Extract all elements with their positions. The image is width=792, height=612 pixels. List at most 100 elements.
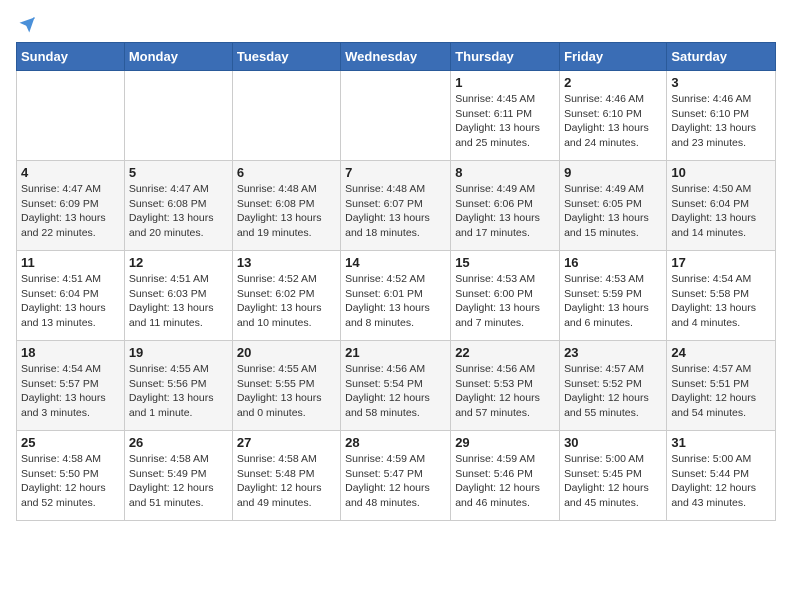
day-info: Sunrise: 4:53 AMSunset: 6:00 PMDaylight:… — [455, 272, 555, 331]
calendar-cell: 25 Sunrise: 4:58 AMSunset: 5:50 PMDayligh… — [17, 431, 125, 521]
calendar-cell: 4 Sunrise: 4:47 AMSunset: 6:09 PMDaylight… — [17, 161, 125, 251]
header-sunday: Sunday — [17, 43, 125, 71]
day-info: Sunrise: 4:45 AMSunset: 6:11 PMDaylight:… — [455, 92, 555, 151]
calendar-week-3: 11Sunrise: 4:51 AMSunset: 6:04 PMDayligh… — [17, 251, 776, 341]
calendar-cell: 21Sunrise: 4:56 AMSunset: 5:54 PMDayligh… — [341, 341, 451, 431]
calendar-week-1: 1 Sunrise: 4:45 AMSunset: 6:11 PMDaylight… — [17, 71, 776, 161]
day-number: 10 — [671, 165, 771, 180]
day-info: Sunrise: 5:00 AMSunset: 5:45 PMDaylight:… — [564, 452, 662, 511]
day-number: 6 — [237, 165, 336, 180]
day-number: 1 — [455, 75, 555, 90]
calendar-cell: 22 Sunrise: 4:56 AMSunset: 5:53 PMDayligh… — [451, 341, 560, 431]
day-number: 30 — [564, 435, 662, 450]
calendar-cell: 14Sunrise: 4:52 AMSunset: 6:01 PMDayligh… — [341, 251, 451, 341]
day-number: 22 — [455, 345, 555, 360]
calendar-week-2: 4 Sunrise: 4:47 AMSunset: 6:09 PMDaylight… — [17, 161, 776, 251]
day-number: 2 — [564, 75, 662, 90]
calendar-cell: 31 Sunrise: 5:00 AMSunset: 5:44 PMDayligh… — [667, 431, 776, 521]
day-number: 7 — [345, 165, 446, 180]
calendar-cell — [341, 71, 451, 161]
day-info: Sunrise: 4:48 AMSunset: 6:08 PMDaylight:… — [237, 182, 336, 241]
calendar-cell: 19 Sunrise: 4:55 AMSunset: 5:56 PMDayligh… — [124, 341, 232, 431]
day-info: Sunrise: 4:55 AMSunset: 5:56 PMDaylight:… — [129, 362, 228, 421]
day-info: Sunrise: 4:57 AMSunset: 5:52 PMDaylight:… — [564, 362, 662, 421]
calendar-table: SundayMondayTuesdayWednesdayThursdayFrid… — [16, 42, 776, 521]
day-info: Sunrise: 4:50 AMSunset: 6:04 PMDaylight:… — [671, 182, 771, 241]
day-info: Sunrise: 4:47 AMSunset: 6:09 PMDaylight:… — [21, 182, 120, 241]
day-number: 23 — [564, 345, 662, 360]
day-info: Sunrise: 4:51 AMSunset: 6:03 PMDaylight:… — [129, 272, 228, 331]
calendar-cell: 16 Sunrise: 4:53 AMSunset: 5:59 PMDayligh… — [560, 251, 667, 341]
day-info: Sunrise: 4:55 AMSunset: 5:55 PMDaylight:… — [237, 362, 336, 421]
header-saturday: Saturday — [667, 43, 776, 71]
day-number: 4 — [21, 165, 120, 180]
day-info: Sunrise: 4:58 AMSunset: 5:49 PMDaylight:… — [129, 452, 228, 511]
day-info: Sunrise: 4:49 AMSunset: 6:05 PMDaylight:… — [564, 182, 662, 241]
day-info: Sunrise: 4:46 AMSunset: 6:10 PMDaylight:… — [564, 92, 662, 151]
calendar-cell — [17, 71, 125, 161]
day-number: 14 — [345, 255, 446, 270]
header-wednesday: Wednesday — [341, 43, 451, 71]
header — [16, 16, 776, 34]
calendar-cell: 13 Sunrise: 4:52 AMSunset: 6:02 PMDayligh… — [232, 251, 340, 341]
day-number: 28 — [345, 435, 446, 450]
calendar-cell: 27 Sunrise: 4:58 AMSunset: 5:48 PMDayligh… — [232, 431, 340, 521]
day-number: 9 — [564, 165, 662, 180]
day-info: Sunrise: 4:57 AMSunset: 5:51 PMDaylight:… — [671, 362, 771, 421]
day-number: 11 — [21, 255, 120, 270]
day-info: Sunrise: 4:54 AMSunset: 5:57 PMDaylight:… — [21, 362, 120, 421]
day-number: 13 — [237, 255, 336, 270]
calendar-cell: 28Sunrise: 4:59 AMSunset: 5:47 PMDayligh… — [341, 431, 451, 521]
day-number: 3 — [671, 75, 771, 90]
header-monday: Monday — [124, 43, 232, 71]
day-info: Sunrise: 4:49 AMSunset: 6:06 PMDaylight:… — [455, 182, 555, 241]
day-number: 21 — [345, 345, 446, 360]
calendar-cell — [232, 71, 340, 161]
day-number: 29 — [455, 435, 555, 450]
logo-bird-icon — [18, 16, 36, 34]
calendar-cell: 17 Sunrise: 4:54 AMSunset: 5:58 PMDayligh… — [667, 251, 776, 341]
day-info: Sunrise: 4:59 AMSunset: 5:46 PMDaylight:… — [455, 452, 555, 511]
calendar-cell: 20 Sunrise: 4:55 AMSunset: 5:55 PMDayligh… — [232, 341, 340, 431]
day-number: 16 — [564, 255, 662, 270]
calendar-cell: 18 Sunrise: 4:54 AMSunset: 5:57 PMDayligh… — [17, 341, 125, 431]
calendar-cell: 6 Sunrise: 4:48 AMSunset: 6:08 PMDaylight… — [232, 161, 340, 251]
calendar-cell: 1 Sunrise: 4:45 AMSunset: 6:11 PMDaylight… — [451, 71, 560, 161]
day-number: 25 — [21, 435, 120, 450]
calendar-cell: 30 Sunrise: 5:00 AMSunset: 5:45 PMDayligh… — [560, 431, 667, 521]
header-tuesday: Tuesday — [232, 43, 340, 71]
day-number: 19 — [129, 345, 228, 360]
calendar-cell: 29 Sunrise: 4:59 AMSunset: 5:46 PMDayligh… — [451, 431, 560, 521]
calendar-cell: 23 Sunrise: 4:57 AMSunset: 5:52 PMDayligh… — [560, 341, 667, 431]
day-number: 18 — [21, 345, 120, 360]
day-info: Sunrise: 4:54 AMSunset: 5:58 PMDaylight:… — [671, 272, 771, 331]
day-number: 17 — [671, 255, 771, 270]
day-number: 31 — [671, 435, 771, 450]
day-info: Sunrise: 4:58 AMSunset: 5:50 PMDaylight:… — [21, 452, 120, 511]
calendar-cell: 15Sunrise: 4:53 AMSunset: 6:00 PMDayligh… — [451, 251, 560, 341]
day-info: Sunrise: 4:53 AMSunset: 5:59 PMDaylight:… — [564, 272, 662, 331]
calendar-cell: 10 Sunrise: 4:50 AMSunset: 6:04 PMDayligh… — [667, 161, 776, 251]
day-info: Sunrise: 4:58 AMSunset: 5:48 PMDaylight:… — [237, 452, 336, 511]
day-number: 8 — [455, 165, 555, 180]
calendar-header-row: SundayMondayTuesdayWednesdayThursdayFrid… — [17, 43, 776, 71]
header-friday: Friday — [560, 43, 667, 71]
day-info: Sunrise: 4:48 AMSunset: 6:07 PMDaylight:… — [345, 182, 446, 241]
day-info: Sunrise: 4:56 AMSunset: 5:53 PMDaylight:… — [455, 362, 555, 421]
day-info: Sunrise: 4:47 AMSunset: 6:08 PMDaylight:… — [129, 182, 228, 241]
day-number: 27 — [237, 435, 336, 450]
calendar-cell: 11Sunrise: 4:51 AMSunset: 6:04 PMDayligh… — [17, 251, 125, 341]
calendar-cell: 7 Sunrise: 4:48 AMSunset: 6:07 PMDaylight… — [341, 161, 451, 251]
logo — [16, 16, 36, 34]
calendar-cell: 5 Sunrise: 4:47 AMSunset: 6:08 PMDaylight… — [124, 161, 232, 251]
day-number: 20 — [237, 345, 336, 360]
day-info: Sunrise: 5:00 AMSunset: 5:44 PMDaylight:… — [671, 452, 771, 511]
day-number: 26 — [129, 435, 228, 450]
day-number: 5 — [129, 165, 228, 180]
calendar-cell: 2 Sunrise: 4:46 AMSunset: 6:10 PMDaylight… — [560, 71, 667, 161]
day-number: 12 — [129, 255, 228, 270]
calendar-cell: 8 Sunrise: 4:49 AMSunset: 6:06 PMDaylight… — [451, 161, 560, 251]
calendar-cell — [124, 71, 232, 161]
day-info: Sunrise: 4:52 AMSunset: 6:02 PMDaylight:… — [237, 272, 336, 331]
day-number: 24 — [671, 345, 771, 360]
